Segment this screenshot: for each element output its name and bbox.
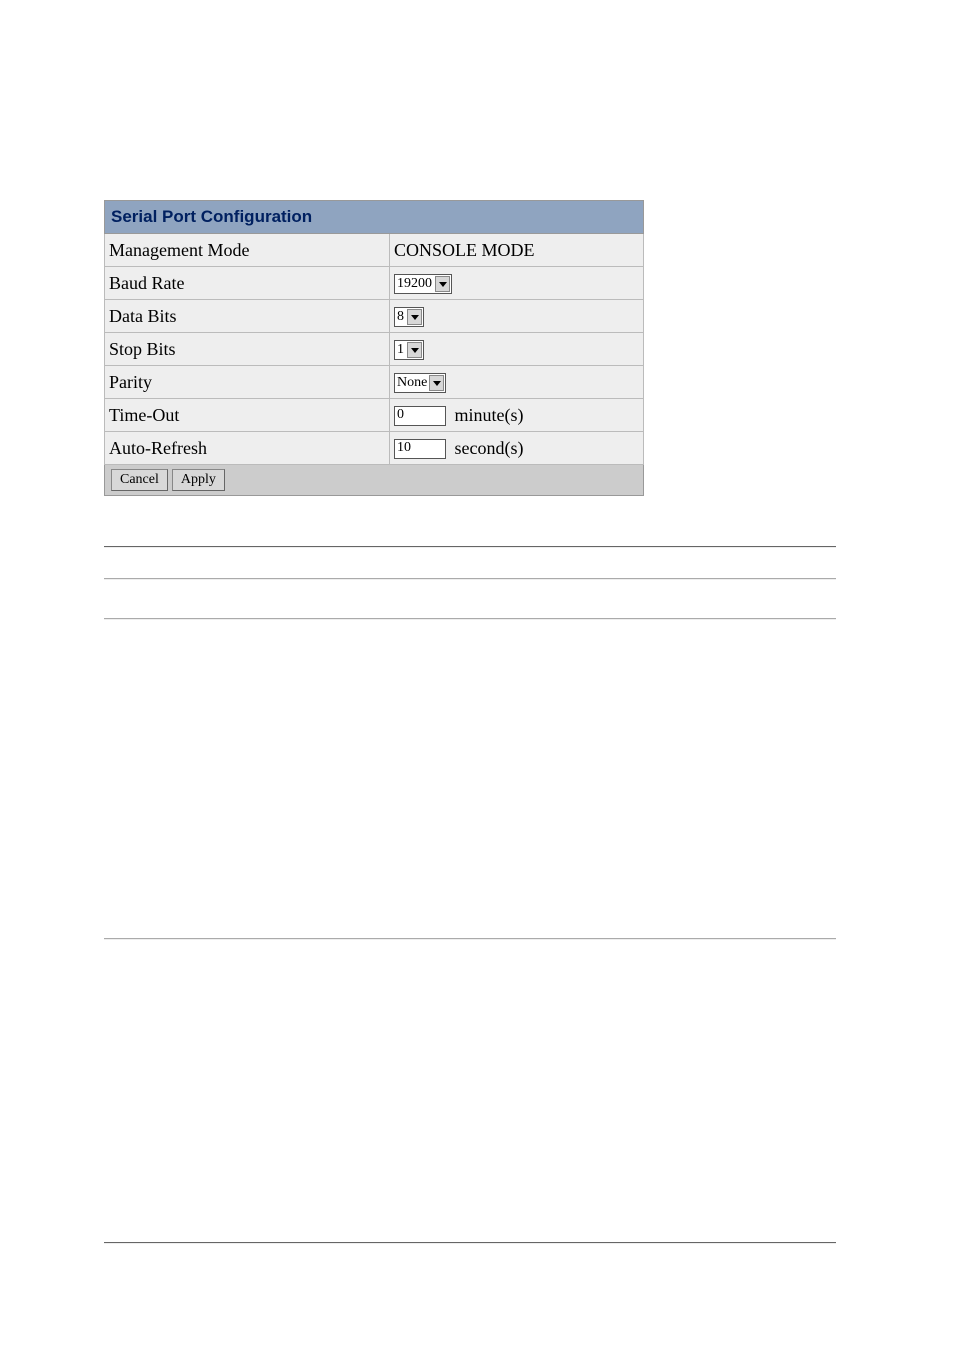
baud-rate-select[interactable]: 19200 <box>394 274 452 294</box>
divider <box>104 546 836 548</box>
label-baud-rate: Baud Rate <box>105 267 390 300</box>
row-baud-rate: Baud Rate 19200 <box>105 267 644 300</box>
chevron-down-icon <box>407 342 422 358</box>
label-parity: Parity <box>105 366 390 399</box>
row-stop-bits: Stop Bits 1 <box>105 333 644 366</box>
row-auto-refresh: Auto-Refresh 10 second(s) <box>105 432 644 465</box>
baud-rate-select-value: 19200 <box>397 275 432 293</box>
stop-bits-select-value: 1 <box>397 341 405 359</box>
chevron-down-icon <box>435 276 450 292</box>
label-data-bits: Data Bits <box>105 300 390 333</box>
row-management-mode: Management Mode CONSOLE MODE <box>105 234 644 267</box>
label-time-out: Time-Out <box>105 399 390 432</box>
cancel-button[interactable]: Cancel <box>111 469 168 491</box>
label-stop-bits: Stop Bits <box>105 333 390 366</box>
time-out-unit: minute(s) <box>455 405 524 426</box>
divider <box>104 618 836 620</box>
parity-select-value: None <box>397 374 427 392</box>
row-data-bits: Data Bits 8 <box>105 300 644 333</box>
divider <box>104 1242 836 1244</box>
stop-bits-select[interactable]: 1 <box>394 340 424 360</box>
label-management-mode: Management Mode <box>105 234 390 267</box>
row-parity: Parity None <box>105 366 644 399</box>
data-bits-select-value: 8 <box>397 308 405 326</box>
chevron-down-icon <box>407 309 422 325</box>
panel-title: Serial Port Configuration <box>105 201 644 234</box>
label-auto-refresh: Auto-Refresh <box>105 432 390 465</box>
parity-select[interactable]: None <box>394 373 446 393</box>
time-out-input[interactable]: 0 <box>394 406 446 426</box>
divider <box>104 578 836 580</box>
row-time-out: Time-Out 0 minute(s) <box>105 399 644 432</box>
auto-refresh-unit: second(s) <box>455 438 524 459</box>
button-row: CancelApply <box>105 465 644 496</box>
chevron-down-icon <box>429 375 444 391</box>
auto-refresh-input[interactable]: 10 <box>394 439 446 459</box>
apply-button[interactable]: Apply <box>172 469 225 491</box>
serial-port-config-table: Serial Port Configuration Management Mod… <box>104 200 644 496</box>
data-bits-select[interactable]: 8 <box>394 307 424 327</box>
value-management-mode: CONSOLE MODE <box>390 234 644 267</box>
divider <box>104 938 836 940</box>
